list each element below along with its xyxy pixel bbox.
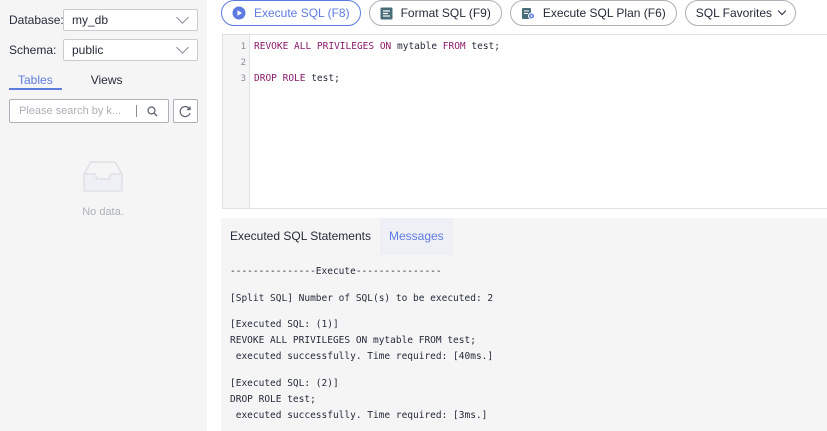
refresh-button[interactable] [173, 99, 198, 123]
code-line-3: DROP ROLE test; [254, 73, 340, 84]
schema-value: public [72, 43, 104, 57]
schema-select[interactable]: public [63, 39, 198, 61]
message-line: [Executed SQL: (2)] [230, 378, 339, 389]
object-panel: Database: my_db Schema: public Tables Vi… [0, 0, 207, 431]
message-line: DROP ROLE test; [230, 394, 316, 405]
execute-plan-button[interactable]: Execute SQL Plan (F6) [509, 0, 677, 26]
empty-state: No data. [60, 158, 146, 218]
message-line: REVOKE ALL PRIVILEGES ON mytable FROM te… [230, 335, 476, 346]
execute-plan-label: Execute SQL Plan (F6) [542, 6, 666, 20]
sql-identifier: test; [305, 73, 340, 84]
search-input[interactable] [10, 101, 136, 121]
empty-box-icon [83, 161, 123, 192]
format-sql-label: Format SQL (F9) [400, 6, 491, 20]
plan-icon [521, 8, 535, 20]
message-line: executed successfully. Time required: [4… [230, 351, 494, 362]
message-line: ---------------Execute--------------- [230, 266, 442, 277]
line-number: 1 [240, 42, 246, 52]
play-circle-icon [232, 6, 246, 20]
sql-keyword: REVOKE ALL PRIVILEGES ON [254, 41, 392, 52]
database-label: Database: [9, 13, 64, 27]
schema-label: Schema: [9, 43, 57, 57]
tab-messages[interactable]: Messages [379, 218, 453, 255]
sql-toolbar: Execute SQL (F8) Format SQL (F9) Execute… [221, 0, 804, 26]
sql-keyword: FROM [442, 41, 466, 52]
database-value: my_db [72, 13, 109, 27]
tab-executed-sql-statements[interactable]: Executed SQL Statements [221, 218, 380, 255]
database-row: Database: my_db [9, 9, 198, 31]
tab-tables[interactable]: Tables [9, 72, 62, 90]
code-line-1: REVOKE ALL PRIVILEGES ON mytable FROM te… [254, 41, 500, 52]
execute-sql-label: Execute SQL (F8) [254, 6, 350, 20]
format-icon [380, 7, 393, 19]
result-tabs: Executed SQL Statements Messages [221, 218, 827, 255]
search-icon[interactable] [137, 100, 167, 122]
sql-keyword: DROP ROLE [254, 73, 306, 84]
object-search [9, 99, 169, 123]
line-number: 3 [240, 74, 246, 84]
tab-views[interactable]: Views [82, 72, 132, 90]
message-line: executed successfully. Time required: [3… [230, 410, 488, 421]
sql-favorites-label: SQL Favorites [695, 6, 773, 20]
empty-text: No data. [82, 206, 124, 218]
chevron-down-icon [176, 41, 189, 54]
messages-panel: ---------------Execute--------------- [S… [221, 255, 827, 431]
sql-identifier: test; [465, 41, 500, 52]
chevron-down-icon [176, 11, 189, 24]
schema-row: Schema: public [9, 39, 198, 61]
sql-favorites-dropdown[interactable]: SQL Favorites [684, 0, 797, 26]
execute-sql-button[interactable]: Execute SQL (F8) [221, 0, 361, 26]
line-number: 2 [240, 58, 246, 68]
message-line: [Executed SQL: (1)] [230, 319, 339, 330]
database-select[interactable]: my_db [63, 9, 198, 31]
sql-identifier: mytable [391, 41, 443, 52]
sql-editor[interactable]: 1 2 3 REVOKE ALL PRIVILEGES ON mytable F… [222, 34, 827, 209]
format-sql-button[interactable]: Format SQL (F9) [368, 0, 502, 26]
object-type-tabs: Tables Views [9, 72, 198, 92]
message-line: [Split SQL] Number of SQL(s) to be execu… [230, 293, 494, 304]
chevron-down-icon [777, 6, 787, 16]
refresh-icon [179, 105, 191, 117]
line-number-gutter: 1 2 3 [223, 35, 250, 208]
